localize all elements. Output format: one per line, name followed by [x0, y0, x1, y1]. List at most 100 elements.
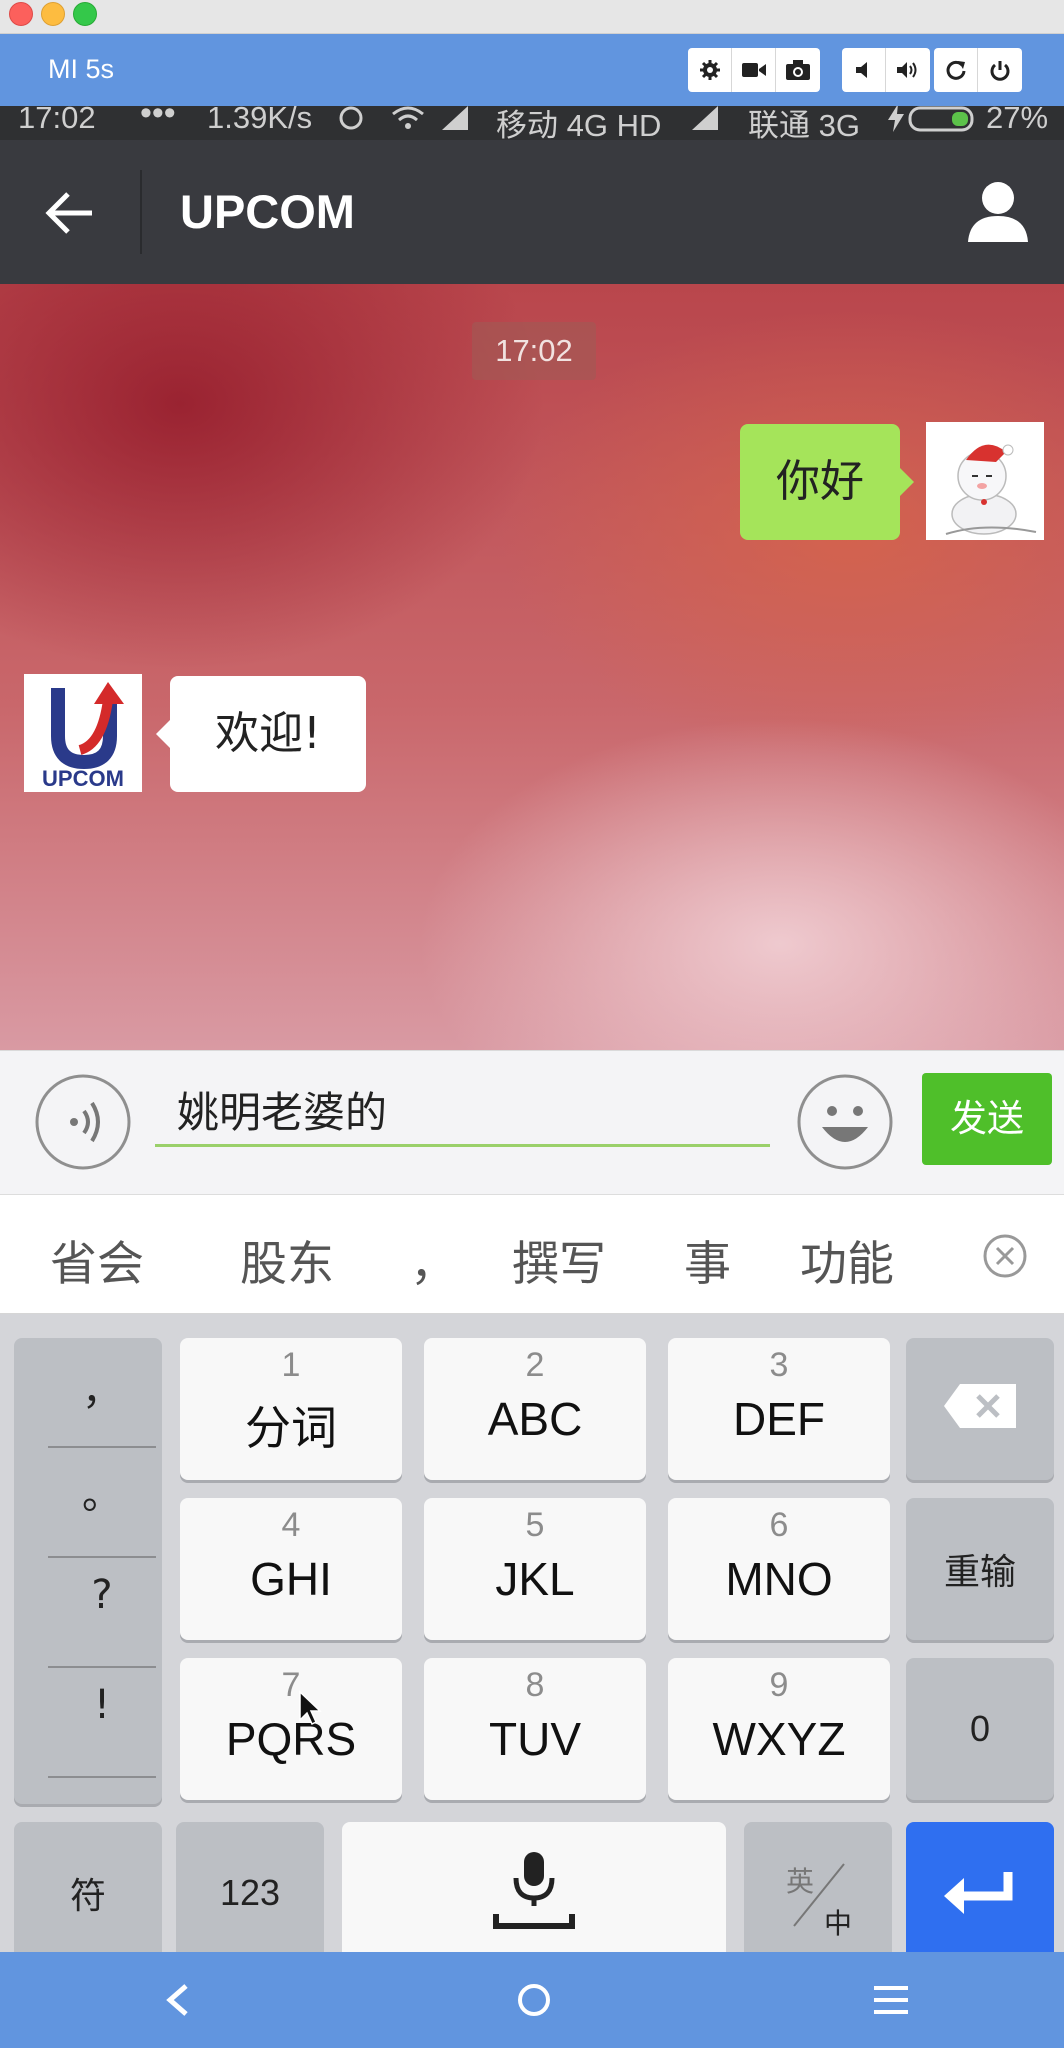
phone-screen: 17:02 ••• 1.39K/s 移动 4G HD 联通 3G 27% UPC…: [0, 106, 1064, 1952]
backspace-key[interactable]: [906, 1338, 1054, 1480]
key-1[interactable]: 1 分词: [180, 1338, 402, 1480]
key-label: PQRS: [225, 1713, 357, 1765]
volume-down-button[interactable]: [842, 48, 886, 92]
key-label: 符: [69, 1875, 106, 1916]
punct-exclaim-key[interactable]: !: [48, 1682, 156, 1728]
message-input[interactable]: 姚明老婆的: [155, 1079, 770, 1147]
charging-icon: [888, 106, 904, 132]
key-7[interactable]: 7 PQRS: [180, 1658, 402, 1800]
punct-comma-key[interactable]: ，: [48, 1358, 156, 1416]
key-3[interactable]: 3 DEF: [668, 1338, 890, 1480]
back-arrow-icon[interactable]: [44, 190, 96, 236]
settings-button[interactable]: [688, 48, 732, 92]
camera-icon: [786, 60, 810, 80]
upcom-avatar[interactable]: UPCOM: [24, 674, 142, 792]
status-time: 17:02: [18, 106, 96, 135]
key-number: 3: [769, 1346, 789, 1384]
capture-tool-group: [688, 48, 820, 92]
symbol-key[interactable]: 符: [14, 1822, 162, 1952]
avatar-label: UPCOM: [42, 766, 124, 791]
volume-up-icon: [897, 62, 917, 78]
key-number: 5: [525, 1506, 545, 1544]
key-label: 分词: [245, 1402, 337, 1454]
key-label: GHI: [250, 1553, 332, 1605]
key-9[interactable]: 9 WXYZ: [668, 1658, 890, 1800]
send-button[interactable]: 发送: [922, 1073, 1052, 1165]
punct-divider: [48, 1446, 156, 1448]
key-0[interactable]: 0: [906, 1658, 1054, 1800]
language-switch-key[interactable]: 英 中: [744, 1822, 892, 1952]
key-5[interactable]: 5 JKL: [424, 1498, 646, 1640]
snowman-avatar-icon: [926, 422, 1044, 540]
message-timestamp: 17:02: [472, 322, 596, 380]
key-6[interactable]: 6 MNO: [668, 1498, 890, 1640]
key-label: TUV: [489, 1713, 581, 1765]
chat-area[interactable]: 17:02 你好 UPCOM 欢迎!: [0, 284, 1064, 1050]
key-number: 4: [281, 1506, 301, 1544]
power-tool-group: [934, 48, 1022, 92]
punct-divider: [48, 1556, 156, 1558]
numeric-key[interactable]: 123: [176, 1822, 324, 1952]
volume-up-button[interactable]: [886, 48, 930, 92]
key-label: MNO: [725, 1553, 833, 1605]
punct-question-key[interactable]: ?: [48, 1572, 156, 1618]
ime-candidates-bar: 省会 股东 ， 撰写 事 功能: [0, 1194, 1064, 1314]
signal-icon-2: [692, 106, 718, 130]
system-nav-bar: [0, 1952, 1064, 2048]
rotate-button[interactable]: [934, 48, 978, 92]
key-label: WXYZ: [712, 1713, 846, 1765]
candidate-item[interactable]: 省会: [50, 1225, 144, 1294]
volume-down-icon: [855, 62, 867, 78]
microphone-icon: [493, 1852, 575, 1929]
status-battery: 27%: [986, 106, 1049, 135]
key-label: ABC: [487, 1393, 583, 1445]
upcom-logo-icon: UPCOM: [24, 674, 142, 792]
key-2[interactable]: 2 ABC: [424, 1338, 646, 1480]
close-window-button[interactable]: [9, 2, 33, 26]
punct-divider: [48, 1776, 156, 1778]
voice-input-icon[interactable]: [34, 1073, 132, 1171]
key-number: 1: [281, 1346, 301, 1384]
key-label: 123: [219, 1872, 281, 1913]
message-bubble-sent[interactable]: 你好: [740, 424, 914, 540]
mouse-cursor-icon: [299, 1690, 322, 1726]
nav-menu-icon[interactable]: [874, 1986, 908, 2014]
app-bar: UPCOM: [0, 140, 1064, 284]
punct-period-key[interactable]: 。: [48, 1462, 156, 1520]
candidate-item[interactable]: 事: [684, 1225, 731, 1294]
reenter-key[interactable]: 重输: [906, 1498, 1054, 1640]
power-button[interactable]: [978, 48, 1022, 92]
status-dots: •••: [140, 106, 176, 132]
candidate-item[interactable]: 功能: [800, 1225, 894, 1294]
record-video-button[interactable]: [732, 48, 776, 92]
lang-bottom-label: 中: [824, 1907, 853, 1940]
message-bubble-received[interactable]: 欢迎!: [156, 676, 366, 792]
status-bar: 17:02 ••• 1.39K/s 移动 4G HD 联通 3G 27%: [0, 106, 1064, 143]
enter-key[interactable]: [906, 1822, 1054, 1952]
space-key[interactable]: [342, 1822, 726, 1952]
nav-back-icon[interactable]: [164, 1982, 192, 2018]
screenshot-button[interactable]: [776, 48, 820, 92]
appbar-divider: [140, 170, 142, 254]
gear-icon: [699, 60, 720, 80]
minimize-window-button[interactable]: [41, 2, 65, 26]
key-label: 0: [969, 1708, 991, 1749]
maximize-window-button[interactable]: [73, 2, 97, 26]
key-label: 重输: [943, 1551, 1016, 1592]
key-8[interactable]: 8 TUV: [424, 1658, 646, 1800]
sync-icon: [339, 106, 363, 130]
emoji-icon[interactable]: [796, 1073, 894, 1171]
candidate-item[interactable]: 股东: [240, 1225, 334, 1294]
candidate-item[interactable]: ，: [410, 1225, 457, 1294]
nav-home-icon[interactable]: [516, 1982, 552, 2018]
profile-icon[interactable]: [966, 180, 1030, 244]
video-camera-icon: [741, 63, 766, 77]
input-bar: 姚明老婆的 发送: [0, 1050, 1064, 1194]
candidate-item[interactable]: 撰写: [512, 1225, 606, 1294]
punctuation-column: ， 。 ? !: [14, 1338, 162, 1804]
backspace-icon: [944, 1384, 1016, 1428]
close-candidates-icon[interactable]: [982, 1233, 1028, 1279]
my-avatar[interactable]: [926, 422, 1044, 540]
key-4[interactable]: 4 GHI: [180, 1498, 402, 1640]
emulator-toolbar: MI 5s: [0, 34, 1064, 106]
